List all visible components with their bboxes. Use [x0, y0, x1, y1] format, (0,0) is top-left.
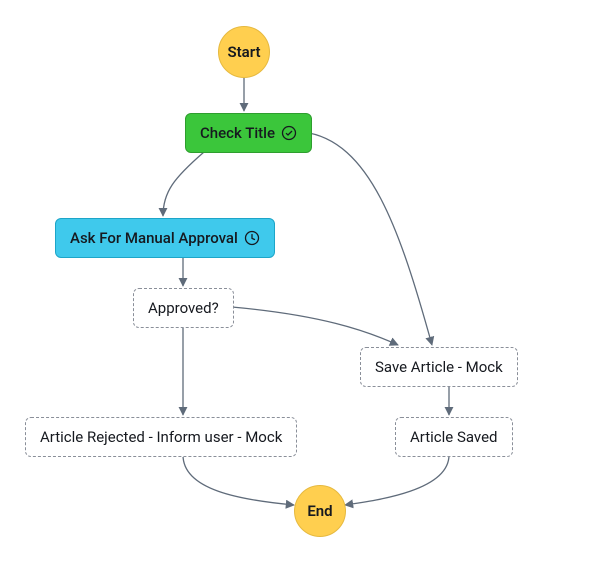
article-saved-label: Article Saved [410, 428, 498, 446]
approved-label: Approved? [148, 299, 219, 317]
article-rejected-node[interactable]: Article Rejected - Inform user - Mock [25, 417, 297, 457]
end-node[interactable]: End [294, 485, 346, 537]
save-article-node[interactable]: Save Article - Mock [360, 347, 518, 387]
check-title-label: Check Title [200, 124, 275, 142]
manual-approval-node[interactable]: Ask For Manual Approval [55, 218, 275, 258]
manual-approval-label: Ask For Manual Approval [70, 229, 238, 247]
check-circle-icon [281, 125, 297, 141]
check-title-node[interactable]: Check Title [185, 113, 312, 153]
edge-layer [0, 0, 596, 573]
approved-choice-node[interactable]: Approved? [133, 288, 234, 328]
start-node[interactable]: Start [218, 26, 270, 78]
start-label: Start [227, 43, 260, 61]
end-label: End [307, 502, 332, 520]
save-article-label: Save Article - Mock [375, 358, 503, 376]
article-saved-node[interactable]: Article Saved [395, 417, 513, 457]
clock-icon [244, 230, 260, 246]
flowchart-canvas: Start Check Title Ask For Manual Approva… [0, 0, 596, 573]
article-rejected-label: Article Rejected - Inform user - Mock [40, 428, 282, 446]
